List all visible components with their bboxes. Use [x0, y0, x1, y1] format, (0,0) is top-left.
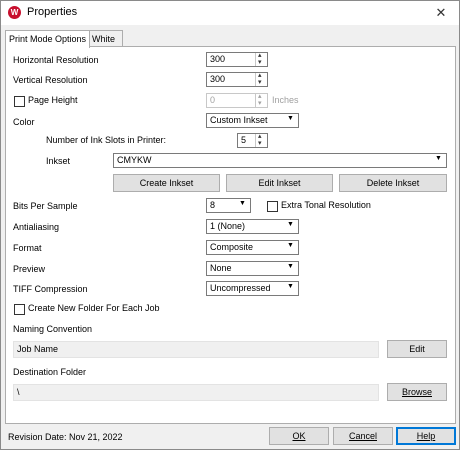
vertical-resolution-label: Vertical Resolution: [13, 75, 88, 85]
window-title: Properties: [27, 6, 78, 18]
chevron-down-icon: [284, 220, 298, 233]
preview-value: None: [210, 263, 232, 273]
format-value: Composite: [210, 242, 254, 252]
spin-arrows-icon[interactable]: [255, 132, 267, 147]
vertical-resolution-spinner[interactable]: 300: [206, 71, 268, 87]
naming-convention-field[interactable]: Job Name: [13, 341, 379, 358]
horizontal-resolution-value: 300: [210, 54, 226, 64]
preview-label: Preview: [13, 264, 46, 274]
vertical-resolution-value: 300: [210, 74, 226, 84]
extra-tonal-checkbox[interactable]: [267, 201, 278, 212]
page-height-checkbox[interactable]: [14, 96, 25, 107]
bits-per-sample-label: Bits Per Sample: [13, 201, 78, 211]
inkset-value: CMYKW: [117, 155, 152, 165]
format-select[interactable]: Composite: [206, 240, 299, 255]
ink-slots-spinner[interactable]: 5: [237, 132, 268, 148]
edit-naming-button[interactable]: Edit: [387, 340, 447, 358]
create-inkset-button[interactable]: Create Inkset: [113, 174, 220, 192]
ok-button[interactable]: OK: [269, 427, 329, 445]
revision-date: Revision Date: Nov 21, 2022: [8, 432, 123, 442]
destination-folder-field[interactable]: \: [13, 384, 379, 401]
cancel-label: Cancel: [348, 431, 377, 441]
page-height-label: Page Height: [28, 95, 78, 105]
color-label: Color: [13, 117, 35, 127]
naming-convention-value: Job Name: [17, 344, 59, 354]
ink-slots-label: Number of Ink Slots in Printer:: [46, 135, 167, 145]
properties-dialog: Properties ✕ Print Mode Options White Ho…: [0, 0, 460, 450]
destination-folder-label: Destination Folder: [13, 367, 87, 377]
chevron-down-icon: [236, 199, 250, 212]
spin-arrows-icon[interactable]: [255, 71, 267, 86]
spin-arrows-icon[interactable]: [255, 51, 267, 66]
browse-button-label: Browse: [401, 387, 432, 397]
antialiasing-select[interactable]: 1 (None): [206, 219, 299, 234]
cancel-button[interactable]: Cancel: [333, 427, 393, 445]
tiff-compression-value: Uncompressed: [210, 283, 271, 293]
color-value: Custom Inkset: [210, 115, 268, 125]
horizontal-resolution-label: Horizontal Resolution: [13, 55, 99, 65]
help-button[interactable]: Help: [396, 427, 456, 445]
spin-arrows-icon[interactable]: [255, 92, 267, 107]
page-height-unit: Inches: [272, 95, 299, 105]
new-folder-checkbox[interactable]: [14, 304, 25, 315]
chevron-down-icon: [284, 241, 298, 254]
help-label: Help: [416, 431, 436, 441]
edit-inkset-button[interactable]: Edit Inkset: [226, 174, 333, 192]
chevron-down-icon: [284, 262, 298, 275]
app-logo-icon: [8, 6, 21, 19]
format-label: Format: [13, 243, 42, 253]
page-height-value: 0: [210, 95, 216, 105]
page-height-spinner[interactable]: 0: [206, 92, 268, 108]
delete-inkset-button[interactable]: Delete Inkset: [339, 174, 447, 192]
browse-button[interactable]: Browse: [387, 383, 447, 401]
antialiasing-label: Antialiasing: [13, 222, 60, 232]
color-select[interactable]: Custom Inkset: [206, 113, 299, 128]
inkset-label: Inkset: [46, 156, 71, 166]
tab-print-mode-options[interactable]: Print Mode Options: [5, 30, 90, 48]
close-icon[interactable]: ✕: [429, 3, 453, 23]
horizontal-resolution-spinner[interactable]: 300: [206, 51, 268, 67]
destination-folder-value: \: [17, 387, 20, 397]
chevron-down-icon: [432, 154, 446, 167]
bits-per-sample-select[interactable]: 8: [206, 198, 251, 213]
naming-convention-label: Naming Convention: [13, 324, 93, 334]
tiff-compression-select[interactable]: Uncompressed: [206, 281, 299, 296]
title-bar: Properties ✕: [1, 1, 459, 25]
bits-per-sample-value: 8: [210, 200, 216, 210]
preview-select[interactable]: None: [206, 261, 299, 276]
extra-tonal-label: Extra Tonal Resolution: [281, 200, 371, 210]
ink-slots-value: 5: [241, 135, 247, 145]
tiff-compression-label: TIFF Compression: [13, 284, 88, 294]
inkset-select[interactable]: CMYKW: [113, 153, 447, 168]
new-folder-label: Create New Folder For Each Job: [28, 303, 160, 313]
chevron-down-icon: [284, 114, 298, 127]
antialiasing-value: 1 (None): [210, 221, 246, 231]
chevron-down-icon: [284, 282, 298, 295]
ok-label: OK: [292, 431, 306, 441]
tab-white[interactable]: White: [88, 30, 123, 47]
